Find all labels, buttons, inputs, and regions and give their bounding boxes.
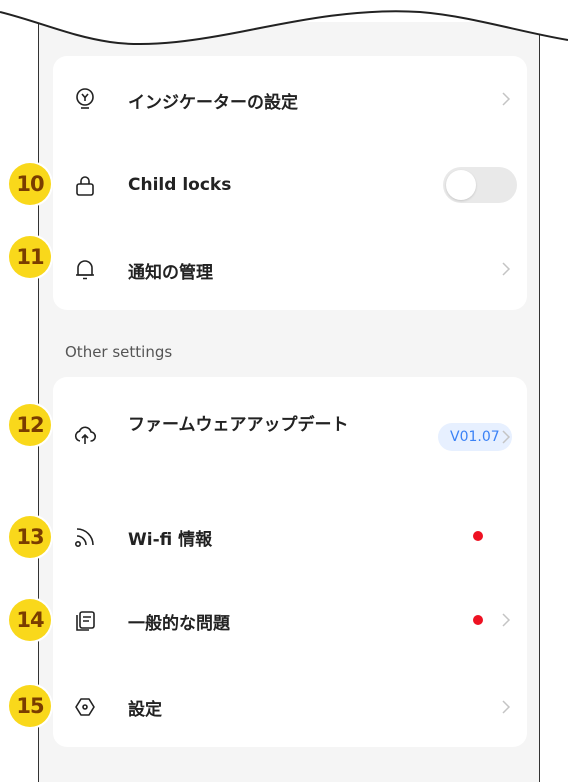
wifi-icon (73, 525, 97, 549)
callout-number: 10 (9, 163, 51, 205)
cloud-upload-icon (73, 423, 97, 447)
faq-label: 一般的な問題 (128, 614, 230, 634)
notification-management-label: 通知の管理 (128, 263, 213, 283)
child-lock-toggle[interactable] (443, 167, 517, 203)
callout-number: 15 (9, 685, 51, 727)
child-lock-row: Child locks (53, 142, 527, 228)
torn-edge (0, 0, 568, 46)
callout-number: 14 (9, 599, 51, 641)
firmware-update-label: ファームウェアアップデート (128, 415, 349, 435)
chevron-right-icon (499, 613, 513, 627)
notification-dot (473, 531, 483, 541)
chevron-right-icon (499, 262, 513, 276)
chevron-right-icon (499, 92, 513, 106)
child-lock-label: Child locks (128, 175, 232, 195)
indicator-settings-row[interactable]: インジケーターの設定 (53, 56, 527, 142)
faq-row[interactable]: 一般的な問題 (53, 577, 527, 663)
other-settings-card: ファームウェアアップデート V01.07 Wi-fi 情報 一般的な問題 設定 (53, 377, 527, 747)
indicator-settings-label: インジケーターの設定 (128, 93, 298, 113)
settings-row[interactable]: 設定 (53, 663, 527, 747)
callout-number: 11 (9, 236, 51, 278)
firmware-update-row[interactable]: ファームウェアアップデート V01.07 (53, 377, 527, 487)
bell-icon (73, 257, 97, 281)
indicator-icon (73, 86, 97, 110)
callout-number: 13 (9, 516, 51, 558)
notification-management-row[interactable]: 通知の管理 (53, 228, 527, 310)
chevron-right-icon (499, 700, 513, 714)
settings-label: 設定 (128, 700, 162, 720)
wifi-info-row[interactable]: Wi-fi 情報 (53, 487, 527, 577)
chevron-right-icon (499, 430, 513, 444)
device-settings-card: インジケーターの設定 Child locks 通知の管理 (53, 56, 527, 310)
notification-dot (473, 615, 483, 625)
other-settings-heading: Other settings (65, 343, 173, 361)
wifi-info-label: Wi-fi 情報 (128, 530, 213, 550)
toggle-knob (446, 170, 476, 200)
callout-number: 12 (9, 404, 51, 446)
faq-icon (73, 609, 97, 633)
settings-hexagon-icon (73, 695, 97, 719)
lock-icon (73, 174, 97, 198)
